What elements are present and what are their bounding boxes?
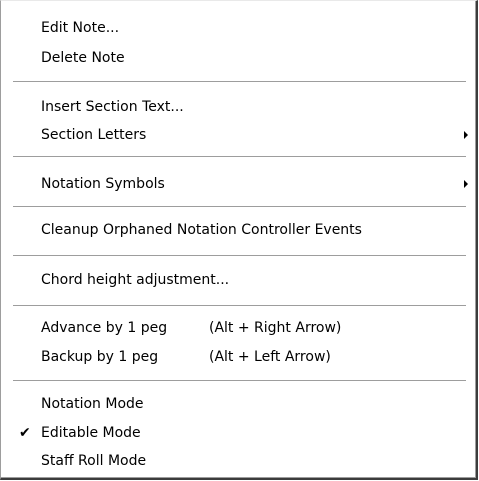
menu-separator bbox=[13, 255, 466, 257]
menu-item-shortcut: (Alt + Right Arrow) bbox=[209, 320, 342, 336]
menu-item-label: Notation Symbols bbox=[41, 176, 165, 192]
menu-item-insert-section-text[interactable]: Insert Section Text... bbox=[1, 94, 474, 120]
menu-item-notation-symbols[interactable]: Notation Symbols bbox=[1, 171, 474, 197]
menu-item-label: Staff Roll Mode bbox=[41, 453, 147, 469]
menu-item-label: Backup by 1 peg bbox=[41, 349, 159, 365]
menu-item-label: Section Letters bbox=[41, 127, 147, 143]
menu-separator bbox=[13, 380, 466, 382]
menu-item-label: Advance by 1 peg bbox=[41, 320, 168, 336]
menu-separator bbox=[13, 305, 466, 307]
menu-item-chord-height-adjustment[interactable]: Chord height adjustment... bbox=[1, 267, 474, 293]
menu-item-label: Delete Note bbox=[41, 50, 125, 66]
menu-item-label: Insert Section Text... bbox=[41, 99, 184, 115]
menu-item-editable-mode[interactable]: ✔ Editable Mode bbox=[1, 420, 474, 446]
checkmark-icon: ✔ bbox=[19, 425, 31, 441]
menu-item-label: Notation Mode bbox=[41, 396, 144, 412]
menu-separator bbox=[13, 206, 466, 208]
menu-item-shortcut: (Alt + Left Arrow) bbox=[209, 349, 331, 365]
menu-separator bbox=[13, 156, 466, 158]
menu-item-label: Chord height adjustment... bbox=[41, 272, 230, 288]
menu-item-staff-roll-mode[interactable]: Staff Roll Mode bbox=[1, 448, 474, 474]
submenu-arrow-icon bbox=[464, 131, 468, 139]
menu-item-delete-note[interactable]: Delete Note bbox=[1, 45, 474, 71]
menu-item-backup-by-1-peg[interactable]: Backup by 1 peg (Alt + Left Arrow) bbox=[1, 344, 474, 370]
context-menu: Edit Note... Delete Note Insert Section … bbox=[0, 0, 478, 480]
menu-item-label: Edit Note... bbox=[41, 20, 120, 36]
menu-item-edit-note[interactable]: Edit Note... bbox=[1, 15, 474, 41]
menu-item-cleanup-orphaned-events[interactable]: Cleanup Orphaned Notation Controller Eve… bbox=[1, 217, 474, 243]
menu-item-notation-mode[interactable]: Notation Mode bbox=[1, 391, 474, 417]
submenu-arrow-icon bbox=[464, 180, 468, 188]
menu-item-section-letters[interactable]: Section Letters bbox=[1, 122, 474, 148]
menu-item-label: Editable Mode bbox=[41, 425, 141, 441]
menu-separator bbox=[13, 81, 466, 83]
menu-item-advance-by-1-peg[interactable]: Advance by 1 peg (Alt + Right Arrow) bbox=[1, 315, 474, 341]
menu-item-label: Cleanup Orphaned Notation Controller Eve… bbox=[41, 222, 362, 238]
